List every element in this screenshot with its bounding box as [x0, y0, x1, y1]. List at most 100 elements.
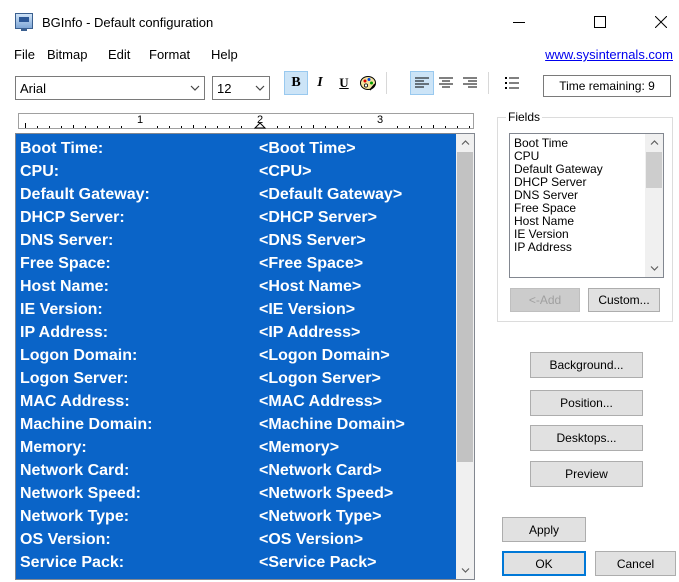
italic-button[interactable]: I [308, 71, 332, 95]
chevron-down-icon [190, 85, 200, 91]
chevron-down-icon [255, 85, 265, 91]
chevron-up-icon [461, 140, 469, 145]
editor-row[interactable]: Network Type: <Network Type> [16, 505, 456, 527]
maximize-button[interactable] [577, 0, 623, 44]
underline-icon: U [339, 75, 349, 90]
desktops-button[interactable]: Desktops... [530, 425, 643, 451]
field-label: CPU: [20, 163, 60, 180]
menu-edit[interactable]: Edit [108, 47, 130, 62]
editor-row[interactable]: OS Version: <OS Version> [16, 528, 456, 550]
editor-row[interactable]: Boot Time: <Boot Time> [16, 137, 456, 159]
ok-button[interactable]: OK [502, 551, 586, 576]
editor-row[interactable]: Memory: <Memory> [16, 436, 456, 458]
font-size-combo[interactable]: 12 [212, 76, 270, 100]
bginfo-app-icon [15, 13, 33, 31]
align-right-icon [463, 77, 477, 88]
bginfo-window: BGInfo - Default configuration File Bitm… [0, 0, 679, 582]
editor-row[interactable]: Free Space: <Free Space> [16, 252, 456, 274]
editor-row[interactable]: CPU: <CPU> [16, 160, 456, 182]
editor-row[interactable]: Service Pack: <Service Pack> [16, 551, 456, 573]
editor-scrollbar[interactable] [456, 134, 474, 579]
field-token: <Network Card> [259, 462, 382, 479]
bold-icon: B [291, 75, 301, 90]
editor-row[interactable]: Logon Server: <Logon Server> [16, 367, 456, 389]
menu-help[interactable]: Help [211, 47, 238, 62]
field-label: DNS Server: [20, 232, 114, 249]
rich-text-editor[interactable]: Boot Time: <Boot Time> CPU: <CPU> Default … [15, 133, 475, 580]
font-size-value: 12 [217, 81, 232, 96]
text-color-button[interactable] [356, 71, 380, 95]
ruler-ticks [25, 122, 470, 129]
field-label: MAC Address: [20, 393, 130, 410]
close-button[interactable] [638, 0, 679, 44]
align-left-icon [415, 77, 429, 88]
scroll-up-button[interactable] [456, 134, 474, 151]
font-name-combo[interactable]: Arial [15, 76, 205, 100]
editor-row[interactable]: IE Version: <IE Version> [16, 298, 456, 320]
scroll-down-button[interactable] [456, 562, 474, 579]
editor-row[interactable]: DHCP Server: <DHCP Server> [16, 206, 456, 228]
field-label: Boot Time: [20, 140, 104, 157]
add-field-button[interactable]: <-Add [510, 288, 580, 312]
minimize-button[interactable] [496, 0, 542, 44]
chevron-up-icon [650, 140, 658, 145]
align-center-button[interactable] [434, 71, 458, 95]
bold-button[interactable]: B [284, 71, 308, 95]
close-icon [655, 16, 667, 28]
field-token: <DHCP Server> [259, 209, 377, 226]
editor-row[interactable]: Network Speed: <Network Speed> [16, 482, 456, 504]
underline-button[interactable]: U [332, 71, 356, 95]
scroll-thumb[interactable] [646, 152, 662, 188]
sysinternals-link[interactable]: www.sysinternals.com [545, 47, 673, 62]
scroll-thumb[interactable] [457, 152, 473, 462]
field-token: <Logon Server> [259, 370, 381, 387]
ruler[interactable]: 1 2 3 [18, 113, 474, 129]
editor-row[interactable]: Host Name: <Host Name> [16, 275, 456, 297]
cancel-button[interactable]: Cancel [595, 551, 676, 576]
field-token: <Logon Domain> [259, 347, 390, 364]
preview-button[interactable]: Preview [530, 461, 643, 487]
field-token: <Default Gateway> [259, 186, 403, 203]
toolbar-separator [488, 72, 489, 94]
editor-content[interactable]: Boot Time: <Boot Time> CPU: <CPU> Default … [16, 134, 456, 579]
menu-file[interactable]: File [14, 47, 35, 62]
minimize-icon [513, 22, 525, 23]
apply-button[interactable]: Apply [502, 517, 586, 542]
menu-bar: File Bitmap Edit Format Help www.sysinte… [0, 44, 679, 66]
maximize-icon [594, 16, 606, 28]
field-token: <Service Pack> [259, 554, 377, 571]
field-token: <Host Name> [259, 278, 362, 295]
position-button[interactable]: Position... [530, 390, 643, 416]
custom-field-button[interactable]: Custom... [588, 288, 660, 312]
ruler-mark: 3 [377, 114, 384, 126]
scroll-up-button[interactable] [645, 134, 663, 151]
chevron-down-icon [650, 266, 658, 271]
editor-row[interactable]: Network Card: <Network Card> [16, 459, 456, 481]
fields-listbox[interactable]: Boot Time CPU Default Gateway DHCP Serve… [509, 133, 664, 278]
bullet-list-icon [505, 76, 519, 89]
scroll-down-button[interactable] [645, 260, 663, 277]
ruler-mark: 1 [137, 114, 144, 126]
field-label: Network Card: [20, 462, 130, 479]
editor-row[interactable]: Machine Domain: <Machine Domain> [16, 413, 456, 435]
editor-row[interactable]: DNS Server: <DNS Server> [16, 229, 456, 251]
title-bar[interactable]: BGInfo - Default configuration [0, 0, 679, 44]
chevron-down-icon [461, 568, 469, 573]
field-token: <DNS Server> [259, 232, 366, 249]
editor-row[interactable]: IP Address: <IP Address> [16, 321, 456, 343]
fields-scrollbar[interactable] [645, 134, 663, 277]
editor-row[interactable]: MAC Address: <MAC Address> [16, 390, 456, 412]
field-label: Host Name: [20, 278, 109, 295]
field-label: IP Address: [20, 324, 109, 341]
bullets-button[interactable] [500, 71, 524, 95]
align-right-button[interactable] [458, 71, 482, 95]
background-button[interactable]: Background... [530, 352, 643, 378]
menu-format[interactable]: Format [149, 47, 190, 62]
menu-bitmap[interactable]: Bitmap [47, 47, 87, 62]
list-item[interactable]: IP Address [514, 241, 572, 254]
field-label: Free Space: [20, 255, 111, 272]
field-token: <Machine Domain> [259, 416, 405, 433]
align-left-button[interactable] [410, 71, 434, 95]
editor-row[interactable]: Default Gateway: <Default Gateway> [16, 183, 456, 205]
editor-row[interactable]: Logon Domain: <Logon Domain> [16, 344, 456, 366]
